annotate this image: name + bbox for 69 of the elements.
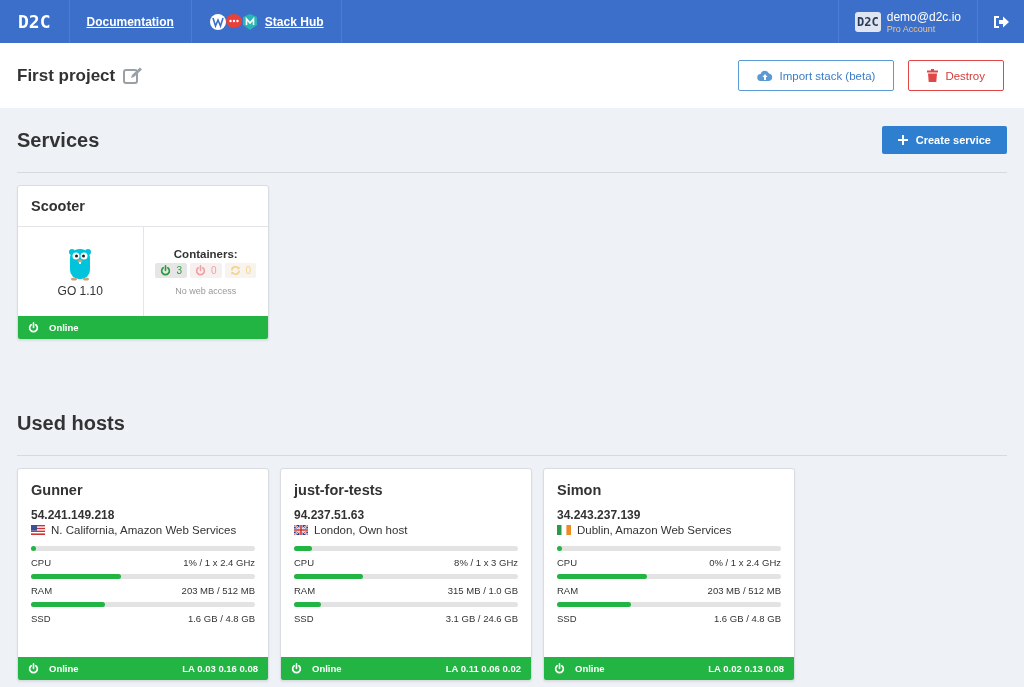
metric-reading: 3.1 GB / 24.6 GB <box>445 613 518 624</box>
containers-label: Containers: <box>173 247 238 260</box>
metric-label: RAM <box>294 585 316 596</box>
host-location: Dublin, Amazon Web Services <box>577 524 732 536</box>
trash-icon <box>927 69 939 82</box>
power-icon <box>194 264 206 276</box>
status-label: Online <box>49 322 79 333</box>
create-service-button[interactable]: Create service <box>881 126 1007 154</box>
status-label: Online <box>312 663 342 674</box>
host-ip: 34.243.237.139 <box>557 508 642 522</box>
metric-reading: 1% / 1 x 2.4 GHz <box>183 557 255 568</box>
uk-flag-icon <box>294 525 308 535</box>
host-card[interactable]: Gunner 54.241.149.218 N. California, Amazon Web Services CPU 1% / 1 x 2.4 GHz RAM 203 MB / 512 MB SSD 1.6 GB / 4.8 GB Online LA 0.03 0.16 0.08 <box>17 468 269 681</box>
us-flag-icon <box>31 525 45 535</box>
ireland-flag-icon <box>557 525 571 535</box>
edit-icon[interactable] <box>123 66 144 85</box>
user-avatar[interactable]: D2C <box>855 11 881 32</box>
app-logos-drawing <box>208 12 259 31</box>
user-email[interactable]: demo@d2c.io <box>886 9 961 24</box>
import-stack-button[interactable]: Import stack (beta) <box>737 60 895 91</box>
host-ip: 94.237.51.63 <box>294 508 366 522</box>
host-ip: 54.241.149.218 <box>31 508 116 522</box>
nav-link[interactable]: Stack Hub <box>264 14 324 29</box>
power-icon <box>160 264 172 276</box>
project-title: First project <box>17 65 116 86</box>
runtime-label: GO 1.10 <box>57 284 103 298</box>
service-name: Scooter <box>18 186 268 227</box>
metric-reading: 1.6 GB / 4.8 GB <box>187 613 255 624</box>
metric-label: SSD <box>294 613 314 624</box>
metric-reading: 8% / 1 x 3 GHz <box>454 557 518 568</box>
section-title: Services <box>17 128 100 152</box>
host-location: London, Own host <box>314 524 408 536</box>
metric-reading: 0% / 1 x 2.4 GHz <box>709 557 781 568</box>
metric-label: SSD <box>557 613 577 624</box>
host-name: Gunner <box>31 482 84 498</box>
section-title: Used hosts <box>17 411 125 435</box>
destroy-button[interactable]: Destroy <box>908 60 1004 91</box>
web-access-status: No web access <box>175 285 237 296</box>
metric-label: CPU <box>557 557 578 568</box>
host-name: Simon <box>557 482 603 498</box>
plus-icon <box>897 135 908 145</box>
metric-reading: 203 MB / 512 MB <box>707 585 781 596</box>
power-icon <box>291 663 302 674</box>
host-card[interactable]: just-for-tests 94.237.51.63 London, Own host CPU 8% / 1 x 3 GHz RAM 315 MB / 1.0 GB SSD 3.1 GB / 24.6 GB Online LA 0.11 0.06 0.02 <box>280 468 532 681</box>
metric-label: RAM <box>31 585 53 596</box>
metric-label: RAM <box>557 585 579 596</box>
power-icon <box>28 663 39 674</box>
metric-label: SSD <box>31 613 51 624</box>
metric-reading: 203 MB / 512 MB <box>181 585 255 596</box>
status-label: Online <box>49 663 79 674</box>
cloud-upload-icon <box>756 69 773 82</box>
load-average: LA 0.03 0.16 0.08 <box>182 663 258 674</box>
status-label: Online <box>575 663 605 674</box>
account-plan: Pro Account <box>886 23 937 34</box>
metric-label: CPU <box>31 557 52 568</box>
container-count-badge[interactable]: 3 <box>155 262 187 278</box>
service-card[interactable]: Scooter GO 1.10 Containers: 3 0 0 No web access Online <box>17 185 269 340</box>
power-icon <box>554 663 565 674</box>
host-card[interactable]: Simon 34.243.237.139 Dublin, Amazon Web Services CPU 0% / 1 x 2.4 GHz RAM 203 MB / 512 MB SSD 1.6 GB / 4.8 GB Online LA 0.02 0.13 0.08 <box>543 468 795 681</box>
load-average: LA 0.11 0.06 0.02 <box>445 663 521 674</box>
metric-reading: 1.6 GB / 4.8 GB <box>713 613 781 624</box>
logout-icon[interactable] <box>992 13 1010 30</box>
host-location: N. California, Amazon Web Services <box>51 524 237 536</box>
host-name: just-for-tests <box>294 482 384 498</box>
load-average: LA 0.02 0.13 0.08 <box>708 663 784 674</box>
metric-reading: 315 MB / 1.0 GB <box>447 585 518 596</box>
refresh-icon <box>229 264 241 276</box>
power-icon <box>28 322 39 333</box>
metric-label: CPU <box>294 557 315 568</box>
